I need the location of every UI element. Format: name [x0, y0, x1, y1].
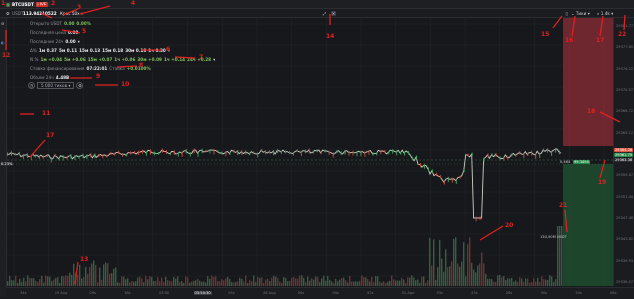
annotation-number: 10 [121, 81, 130, 88]
annotation-number: 2 [51, 0, 56, 7]
annotation-arrow [564, 209, 568, 233]
annotation-number: 11 [42, 110, 51, 117]
annotation-number: 14 [326, 33, 335, 40]
annotation-arrow [479, 225, 504, 241]
annotation-number: 6 [166, 46, 171, 53]
annotation-number: 3 [77, 4, 82, 11]
annotation-arrow [116, 65, 138, 68]
annotation-layer [5, 5, 626, 285]
annotation-number: 20 [505, 222, 514, 229]
annotation-arrow [174, 56, 196, 59]
annotation-arrow [74, 261, 79, 285]
annotation-number: 17 [46, 132, 55, 139]
annotation-arrow [552, 15, 563, 29]
annotation-number: 16 [565, 37, 574, 44]
annotation-arrow [599, 111, 621, 123]
annotation-number: 21 [559, 202, 568, 209]
annotation-arrow [61, 29, 81, 34]
annotation-number: 1 [1, 0, 6, 7]
annotation-number: 4 [131, 0, 136, 7]
annotation-number: 18 [587, 108, 596, 115]
annotation-arrow [40, 12, 53, 19]
annotation-number: 5 [82, 28, 87, 35]
annotation-number: 9 [96, 73, 101, 80]
annotation-number: 8 [139, 62, 144, 69]
annotation-arrow [62, 8, 79, 16]
annotation-number: 15 [541, 31, 550, 38]
annotation-number: 17 [596, 37, 605, 44]
annotation-number: 22 [618, 31, 627, 38]
annotation-number: 13 [80, 256, 89, 263]
annotation-number: 7 [199, 54, 204, 61]
annotation-arrow [599, 159, 606, 179]
annotation-number: 19 [598, 179, 607, 186]
annotation-number: 12 [2, 52, 11, 59]
annotation-arrow [29, 139, 46, 158]
annotation-arrow [599, 15, 604, 37]
annotation-arrow [623, 14, 626, 31]
annotation-arrow [79, 5, 111, 15]
annotation-arrow [571, 15, 576, 37]
